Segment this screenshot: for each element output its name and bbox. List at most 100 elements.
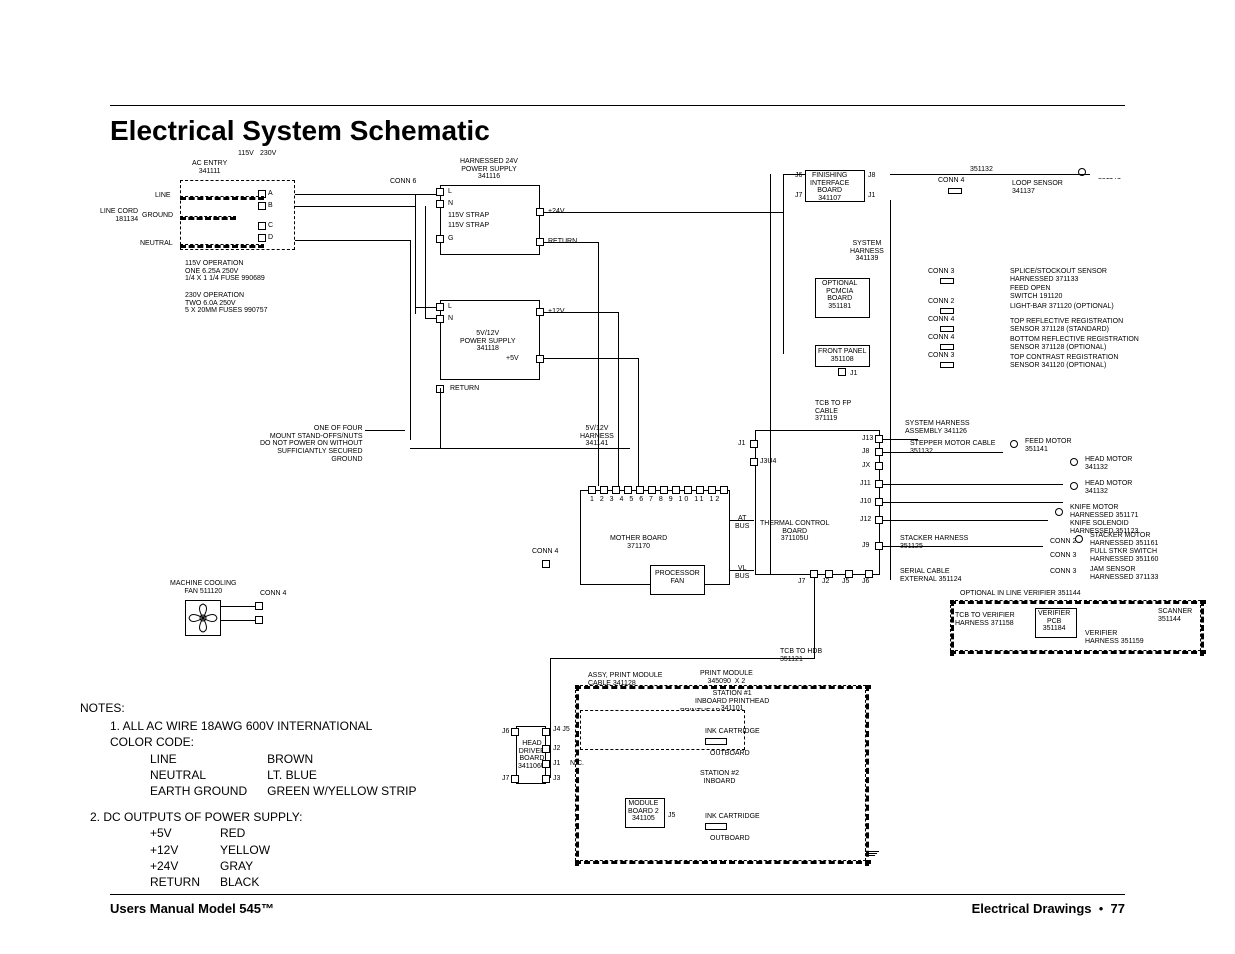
label-standoff: ONE OF FOUR MOUNT STAND-OFFS/NUTS DO NOT… <box>260 425 363 463</box>
tcb-j12: J12 <box>860 516 871 524</box>
ps24-strap1: 115V STRAP <box>448 212 489 220</box>
mod2-j5: J5 <box>668 812 675 820</box>
label-vl-bus: VL BUS <box>735 565 749 580</box>
label-serial-ext: SERIAL CABLE EXTERNAL 351124 <box>900 568 961 583</box>
footer-left: Users Manual Model 545™ <box>110 901 274 916</box>
label-lightbar: LIGHT-BAR 371120 (OPTIONAL) <box>1010 303 1114 311</box>
label-512-ps: 5V/12V POWER SUPPLY 341118 <box>460 330 516 353</box>
sh-conn2: CONN 2 <box>928 298 954 306</box>
hdb-j2: J2 <box>553 745 560 753</box>
fp-j1: J1 <box>850 370 857 378</box>
jam-conn3: CONN 3 <box>1050 568 1076 576</box>
label-stkr-sw: FULL STKR SWITCH HARNESSED 351160 <box>1090 548 1158 563</box>
label-splice: SPLICE/STOCKOUT SENSOR HARNESSED 371133 <box>1010 268 1107 283</box>
label-line-cord: LINE CORD 181134 <box>100 208 138 223</box>
label-351132: 351132 <box>970 166 993 174</box>
label-115v: 115V <box>238 150 254 158</box>
tcb-j2: J2 <box>822 578 829 586</box>
label-sys-assy: SYSTEM HARNESS ASSEMBLY 341126 <box>905 420 970 435</box>
label-nc: N.C. <box>570 760 584 768</box>
tcb-j10: J10 <box>860 498 871 506</box>
ac-row: LINE <box>150 751 267 767</box>
label-pcmcia: OPTIONAL PCMCIA BOARD 351181 <box>822 280 857 311</box>
label-stacker-harn: STACKER HARNESS 351125 <box>900 535 968 550</box>
fan-icon <box>185 600 221 636</box>
notes-block: NOTES: 1. ALL AC WIRE 18AWG 600V INTERNA… <box>110 700 436 890</box>
ps512-N: N <box>448 315 453 323</box>
tcb-j11: J11 <box>860 480 871 488</box>
notes-header: NOTES: <box>80 700 436 716</box>
top-rule <box>110 105 1125 106</box>
fin-j7: J7 <box>795 192 802 200</box>
label-tcb-hdb: TCB TO HDB 351121 <box>780 648 822 663</box>
label-115v-op: 115V OPERATION ONE 6.25A 250V 1/4 X 1 1/… <box>185 260 265 283</box>
page: Electrical System Schematic 115V 230V AC… <box>0 0 1235 954</box>
label-conn6: CONN 6 <box>390 178 416 186</box>
label-front-panel: FRONT PANEL 351108 <box>818 348 866 363</box>
label-line: LINE <box>155 192 171 200</box>
tcb-j9: J9 <box>862 542 869 550</box>
label-neutral: NEUTRAL <box>140 240 173 248</box>
label-machine-fan: MACHINE COOLING FAN 511120 <box>170 580 237 595</box>
ps-24v-box <box>440 185 540 255</box>
label-feedmotor: FEED MOTOR 351141 <box>1025 438 1072 453</box>
note-1: 1. ALL AC WIRE 18AWG 600V INTERNATIONAL <box>110 718 436 734</box>
footer-dot-icon: • <box>1095 901 1110 916</box>
label-jam: JAM SENSOR HARNESSED 371133 <box>1090 566 1158 581</box>
label-headmotor1: HEAD MOTOR 341132 <box>1085 456 1132 471</box>
hdb-j6: J6 <box>502 728 509 736</box>
label-ver-pcb: VERIFIER PCB 351184 <box>1038 610 1070 633</box>
footer-section: Electrical Drawings <box>972 901 1092 916</box>
label-print-mod: PRINT MODULE 345090 X 2 <box>700 670 753 685</box>
label-scanner: SCANNER 351144 <box>1158 608 1192 623</box>
ps512-5v: +5V <box>506 355 519 363</box>
label-conn4-mb: CONN 4 <box>532 548 558 556</box>
hdb-j7: J7 <box>502 775 509 783</box>
schematic-diagram: 115V 230V AC ENTRY 341111 LINE CORD 1811… <box>110 150 1125 870</box>
label-ink1: INK CARTRIDGE <box>705 728 760 736</box>
label-ac-entry: AC ENTRY 341111 <box>192 160 227 175</box>
label-24v-ps: HARNESSED 24V POWER SUPPLY 341116 <box>460 158 518 181</box>
label-mb-nums: 1 2 3 4 5 6 7 8 9 10 11 12 <box>590 496 721 504</box>
tcb-j3u4: J3U4 <box>760 458 776 466</box>
page-title: Electrical System Schematic <box>110 115 490 147</box>
ps24-L: L <box>448 188 452 196</box>
sh-conn4b: CONN 4 <box>928 334 954 342</box>
label-conn4-top: CONN 4 <box>938 177 964 185</box>
sh-conn4a: CONN 4 <box>928 316 954 324</box>
label-headmotor2: HEAD MOTOR 341132 <box>1085 480 1132 495</box>
ac-color-table: LINEBROWN NEUTRALLT. BLUE EARTH GROUNDGR… <box>150 751 436 800</box>
label-motherboard: MOTHER BOARD 371170 <box>610 535 667 550</box>
label-stacker-motor: STACKER MOTOR HARNESSED 351161 <box>1090 532 1158 547</box>
tcb-j1: J1 <box>738 440 745 448</box>
label-outboard: OUTBOARD <box>710 750 750 758</box>
label-botref: BOTTOM REFLECTIVE REGISTRATION SENSOR 37… <box>1010 336 1139 351</box>
label-mod2: MODULE BOARD 2 341105 <box>628 800 659 823</box>
label-proc-fan: PROCESSOR FAN <box>655 570 700 585</box>
hdb-j1: J1 <box>553 760 560 768</box>
stk-conn2: CONN 2 <box>1050 538 1076 546</box>
fin-j1: J1 <box>868 192 875 200</box>
sh-conn3: CONN 3 <box>928 268 954 276</box>
tcb-jx: JX <box>862 462 870 470</box>
label-stepper: STEPPER MOTOR CABLE 351132 <box>910 440 995 455</box>
tcb-j5: J5 <box>842 578 849 586</box>
terminal-a: A <box>268 190 273 198</box>
label-ground: GROUND <box>142 212 173 220</box>
label-tcb-fp: TCB TO FP CABLE 371119 <box>815 400 851 423</box>
tcb-j13: J13 <box>862 435 873 443</box>
ac-entry-box <box>180 180 295 250</box>
label-512-harness: 5V/12V HARNESS 341141 <box>580 425 614 448</box>
dc-color-table: +5VRED +12VYELLOW +24VGRAY RETURNBLACK <box>150 825 290 890</box>
terminal-c: C <box>268 222 273 230</box>
hdb-j4j5: J4 J5 <box>553 726 570 734</box>
ps24-N: N <box>448 200 453 208</box>
tcb-j7b: J7 <box>798 578 805 586</box>
ground-symbol-icon <box>865 850 879 857</box>
label-feedopen: FEED OPEN SWITCH 191120 <box>1010 285 1062 300</box>
label-at-bus: AT BUS <box>735 515 749 530</box>
label-station2: STATION #2 INBOARD <box>700 770 739 785</box>
tcb-j6b: J6 <box>862 578 869 586</box>
label-ink2: INK CARTRIDGE <box>705 813 760 821</box>
label-knife-motor: KNIFE MOTOR HARNESSED 351171 <box>1070 504 1138 519</box>
